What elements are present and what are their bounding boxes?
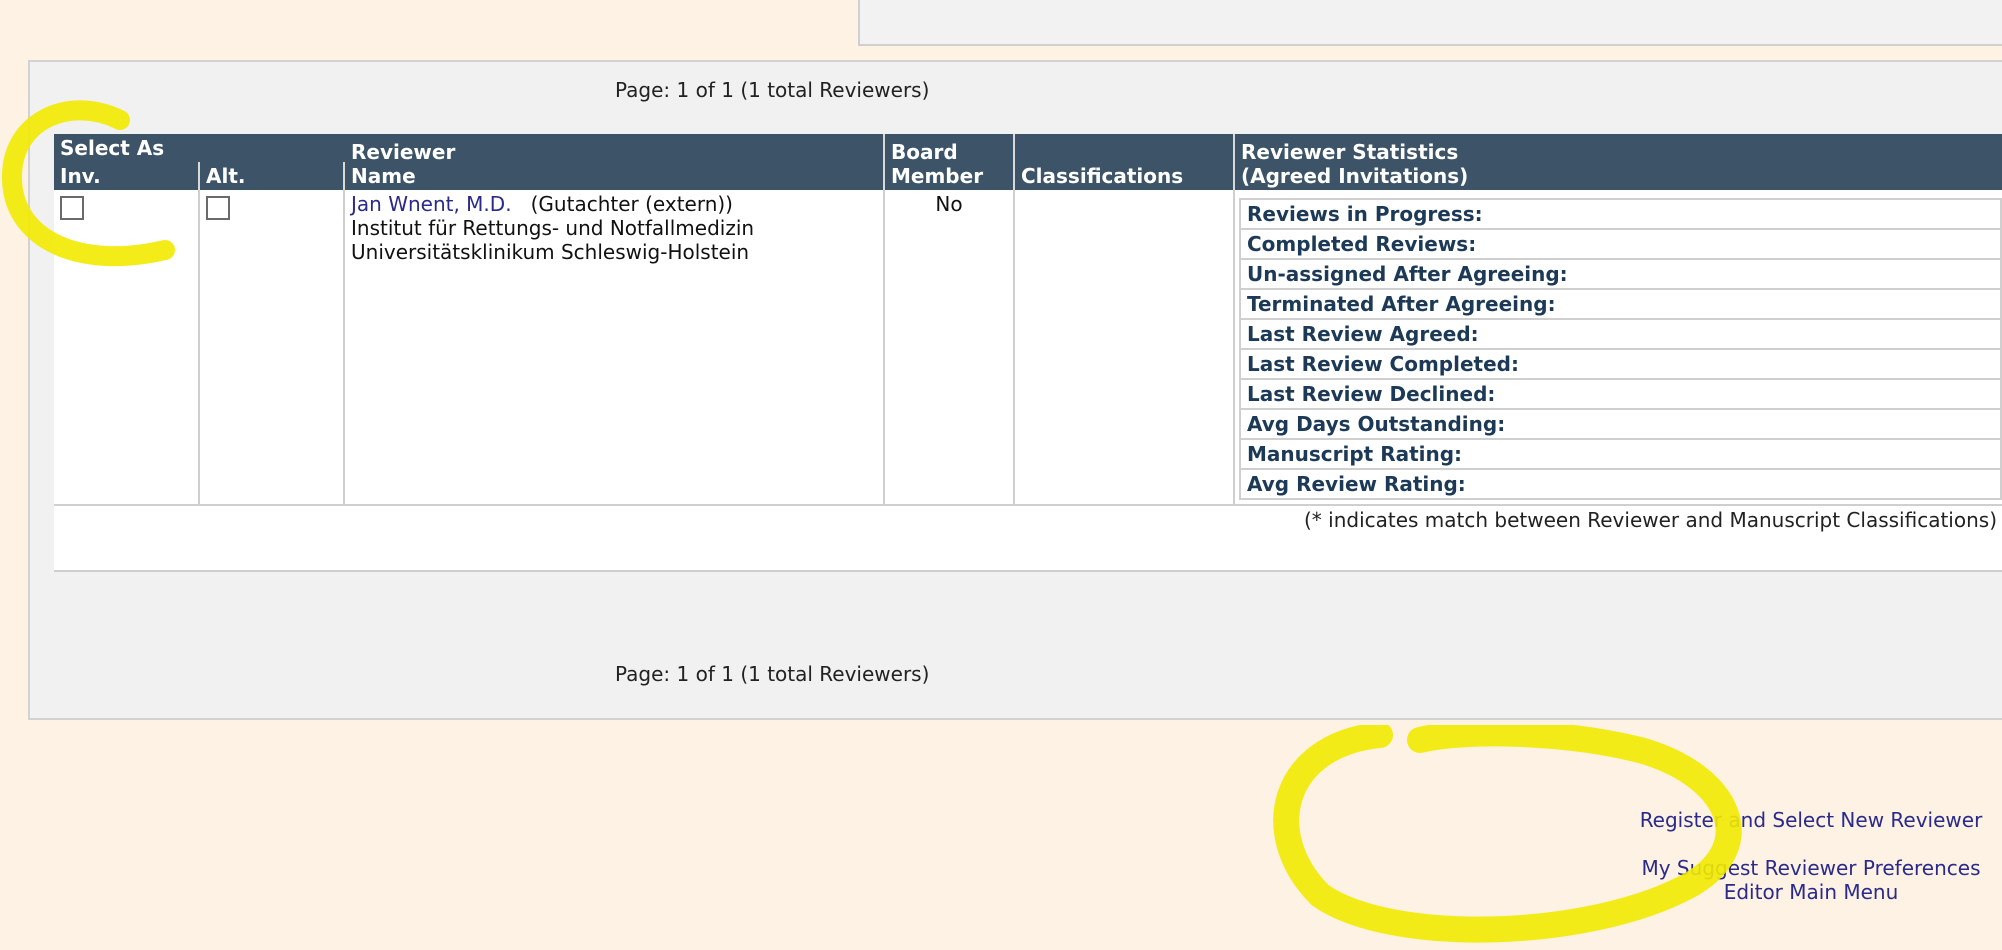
stat-completed-reviews: Completed Reviews: (1239, 228, 2002, 260)
stat-last-review-agreed: Last Review Agreed: (1239, 318, 2002, 350)
alt-header: Alt. (199, 162, 345, 190)
match-note: (* indicates match between Reviewer and … (54, 505, 2002, 572)
reviewer-table: Select As Reviewer Name Board Member Cla… (54, 134, 2002, 572)
classifications-header: Classifications (1014, 134, 1235, 190)
stat-manuscript-rating: Manuscript Rating: (1239, 438, 2002, 470)
stats-header-line1: Reviewer Statistics (1241, 140, 1459, 164)
board-header-line2: Member (891, 164, 984, 188)
reviewer-name-cell: Jan Wnent, M.D. (Gutachter (extern)) Ins… (344, 190, 885, 506)
top-panel-edge (858, 0, 2002, 46)
select-as-header: Select As (54, 134, 344, 162)
bottom-links: Register and Select New Reviewer My Sugg… (1300, 808, 2002, 904)
board-member-header: Board Member (884, 134, 1015, 190)
suggest-reviewer-preferences-link[interactable]: My Suggest Reviewer Preferences (1300, 856, 2002, 880)
classifications-cell (1014, 190, 1235, 506)
stat-avg-days-outstanding: Avg Days Outstanding: (1239, 408, 2002, 440)
invite-checkbox[interactable] (60, 196, 84, 220)
stats-header-line2: (Agreed Invitations) (1241, 164, 1469, 188)
statistics-cell: Reviews in Progress: Completed Reviews: … (1234, 190, 2002, 506)
alt-cell (199, 190, 345, 506)
stat-terminated-after-agreeing: Terminated After Agreeing: (1239, 288, 2002, 320)
reviewer-results-panel: Page: 1 of 1 (1 total Reviewers) Select … (28, 60, 2002, 720)
register-new-reviewer-link[interactable]: Register and Select New Reviewer (1300, 808, 2002, 832)
editor-main-menu-link[interactable]: Editor Main Menu (1300, 880, 2002, 904)
stat-avg-review-rating: Avg Review Rating: (1239, 468, 2002, 500)
board-member-cell: No (884, 190, 1015, 506)
alternate-checkbox[interactable] (206, 196, 230, 220)
stat-last-review-completed: Last Review Completed: (1239, 348, 2002, 380)
reviewer-institute: Institut für Rettungs- und Notfallmedizi… (351, 216, 755, 240)
stat-reviews-in-progress: Reviews in Progress: (1239, 198, 2002, 230)
inv-header: Inv. (54, 162, 200, 190)
reviewer-role: (Gutachter (extern)) (530, 192, 733, 216)
table-row: Jan Wnent, M.D. (Gutachter (extern)) Ins… (54, 190, 2002, 506)
reviewer-header-line1: Reviewer (351, 140, 456, 164)
match-note-row: (* indicates match between Reviewer and … (54, 505, 2002, 572)
board-header-line1: Board (891, 140, 958, 164)
page-info-top: Page: 1 of 1 (1 total Reviewers) (615, 78, 930, 102)
stat-unassigned-after-agreeing: Un-assigned After Agreeing: (1239, 258, 2002, 290)
inv-cell (54, 190, 200, 506)
reviewer-name-link[interactable]: Jan Wnent, M.D. (351, 192, 512, 216)
stat-last-review-declined: Last Review Declined: (1239, 378, 2002, 410)
statistics-table: Reviews in Progress: Completed Reviews: … (1239, 198, 2002, 500)
reviewer-header-line2: Name (351, 164, 416, 188)
reviewer-hospital: Universitätsklinikum Schleswig-Holstein (351, 240, 750, 264)
page-info-bottom: Page: 1 of 1 (1 total Reviewers) (615, 662, 930, 686)
reviewer-statistics-header: Reviewer Statistics (Agreed Invitations) (1234, 134, 2002, 190)
reviewer-name-header: Reviewer Name (344, 134, 885, 190)
